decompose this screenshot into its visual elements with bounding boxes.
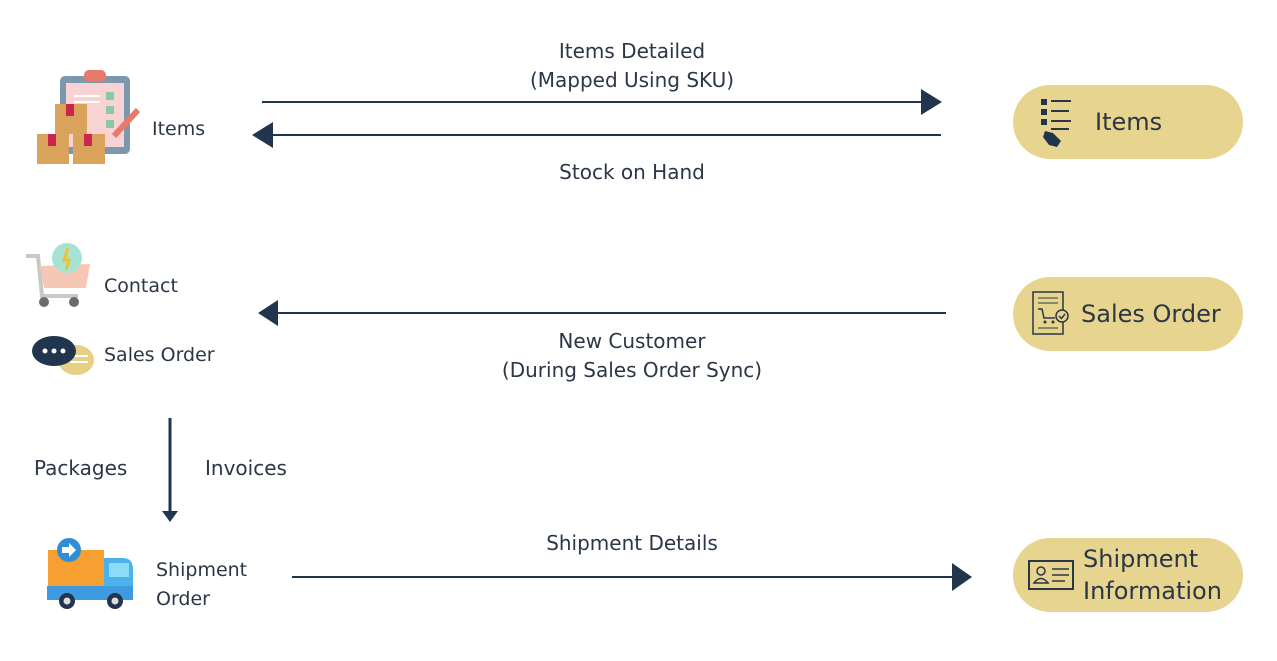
left-node-contact: Contact — [104, 275, 178, 297]
edge-label-shipment-details: Shipment Details — [546, 531, 718, 555]
right-node-items-label: Items — [1095, 108, 1163, 136]
edge-label-line: New Customer — [558, 329, 706, 353]
edge-label-stock-on-hand: Stock on Hand — [559, 160, 705, 184]
label-line: Shipment — [1083, 545, 1199, 573]
arrow-packages-invoices — [162, 418, 178, 522]
arrow-stock-on-hand — [252, 122, 941, 148]
edge-label-line: (During Sales Order Sync) — [501, 358, 763, 382]
left-node-items: Items — [152, 118, 206, 140]
arrow-shipment-details — [292, 563, 972, 591]
left-node-shipment-order: Shipment Order — [156, 556, 247, 614]
right-node-sales-order-label: Sales Order — [1081, 300, 1221, 328]
right-node-sales-order: Sales Order — [1013, 277, 1243, 351]
edge-label-invoices: Invoices — [205, 456, 287, 480]
edge-label-line: Items Detailed — [558, 39, 706, 63]
id-card-icon — [1028, 560, 1074, 590]
shopping-cart-icon — [26, 243, 90, 307]
label-line: Information — [1083, 577, 1222, 605]
shipment-order-line2: Order — [156, 588, 210, 610]
right-node-items: Items — [1013, 85, 1243, 159]
shipment-order-line1: Shipment — [156, 559, 248, 581]
checklist-hand-icon — [1041, 99, 1071, 147]
delivery-truck-icon — [47, 538, 133, 609]
clipboard-boxes-icon — [37, 70, 141, 164]
arrow-new-customer — [258, 300, 946, 326]
edge-label-items-detailed: Items Detailed (Mapped Using SKU) — [432, 37, 832, 95]
chat-bubbles-icon — [32, 336, 94, 375]
right-node-shipment-information-label: Shipment Information — [1083, 543, 1222, 607]
edge-label-new-customer: New Customer (During Sales Order Sync) — [432, 327, 832, 385]
edge-label-line: (Mapped Using SKU) — [529, 68, 735, 92]
invoice-cart-icon — [1032, 291, 1069, 335]
left-node-sales-order: Sales Order — [104, 344, 215, 366]
right-node-shipment-information: Shipment Information — [1013, 538, 1243, 612]
edge-label-packages: Packages — [34, 456, 128, 480]
